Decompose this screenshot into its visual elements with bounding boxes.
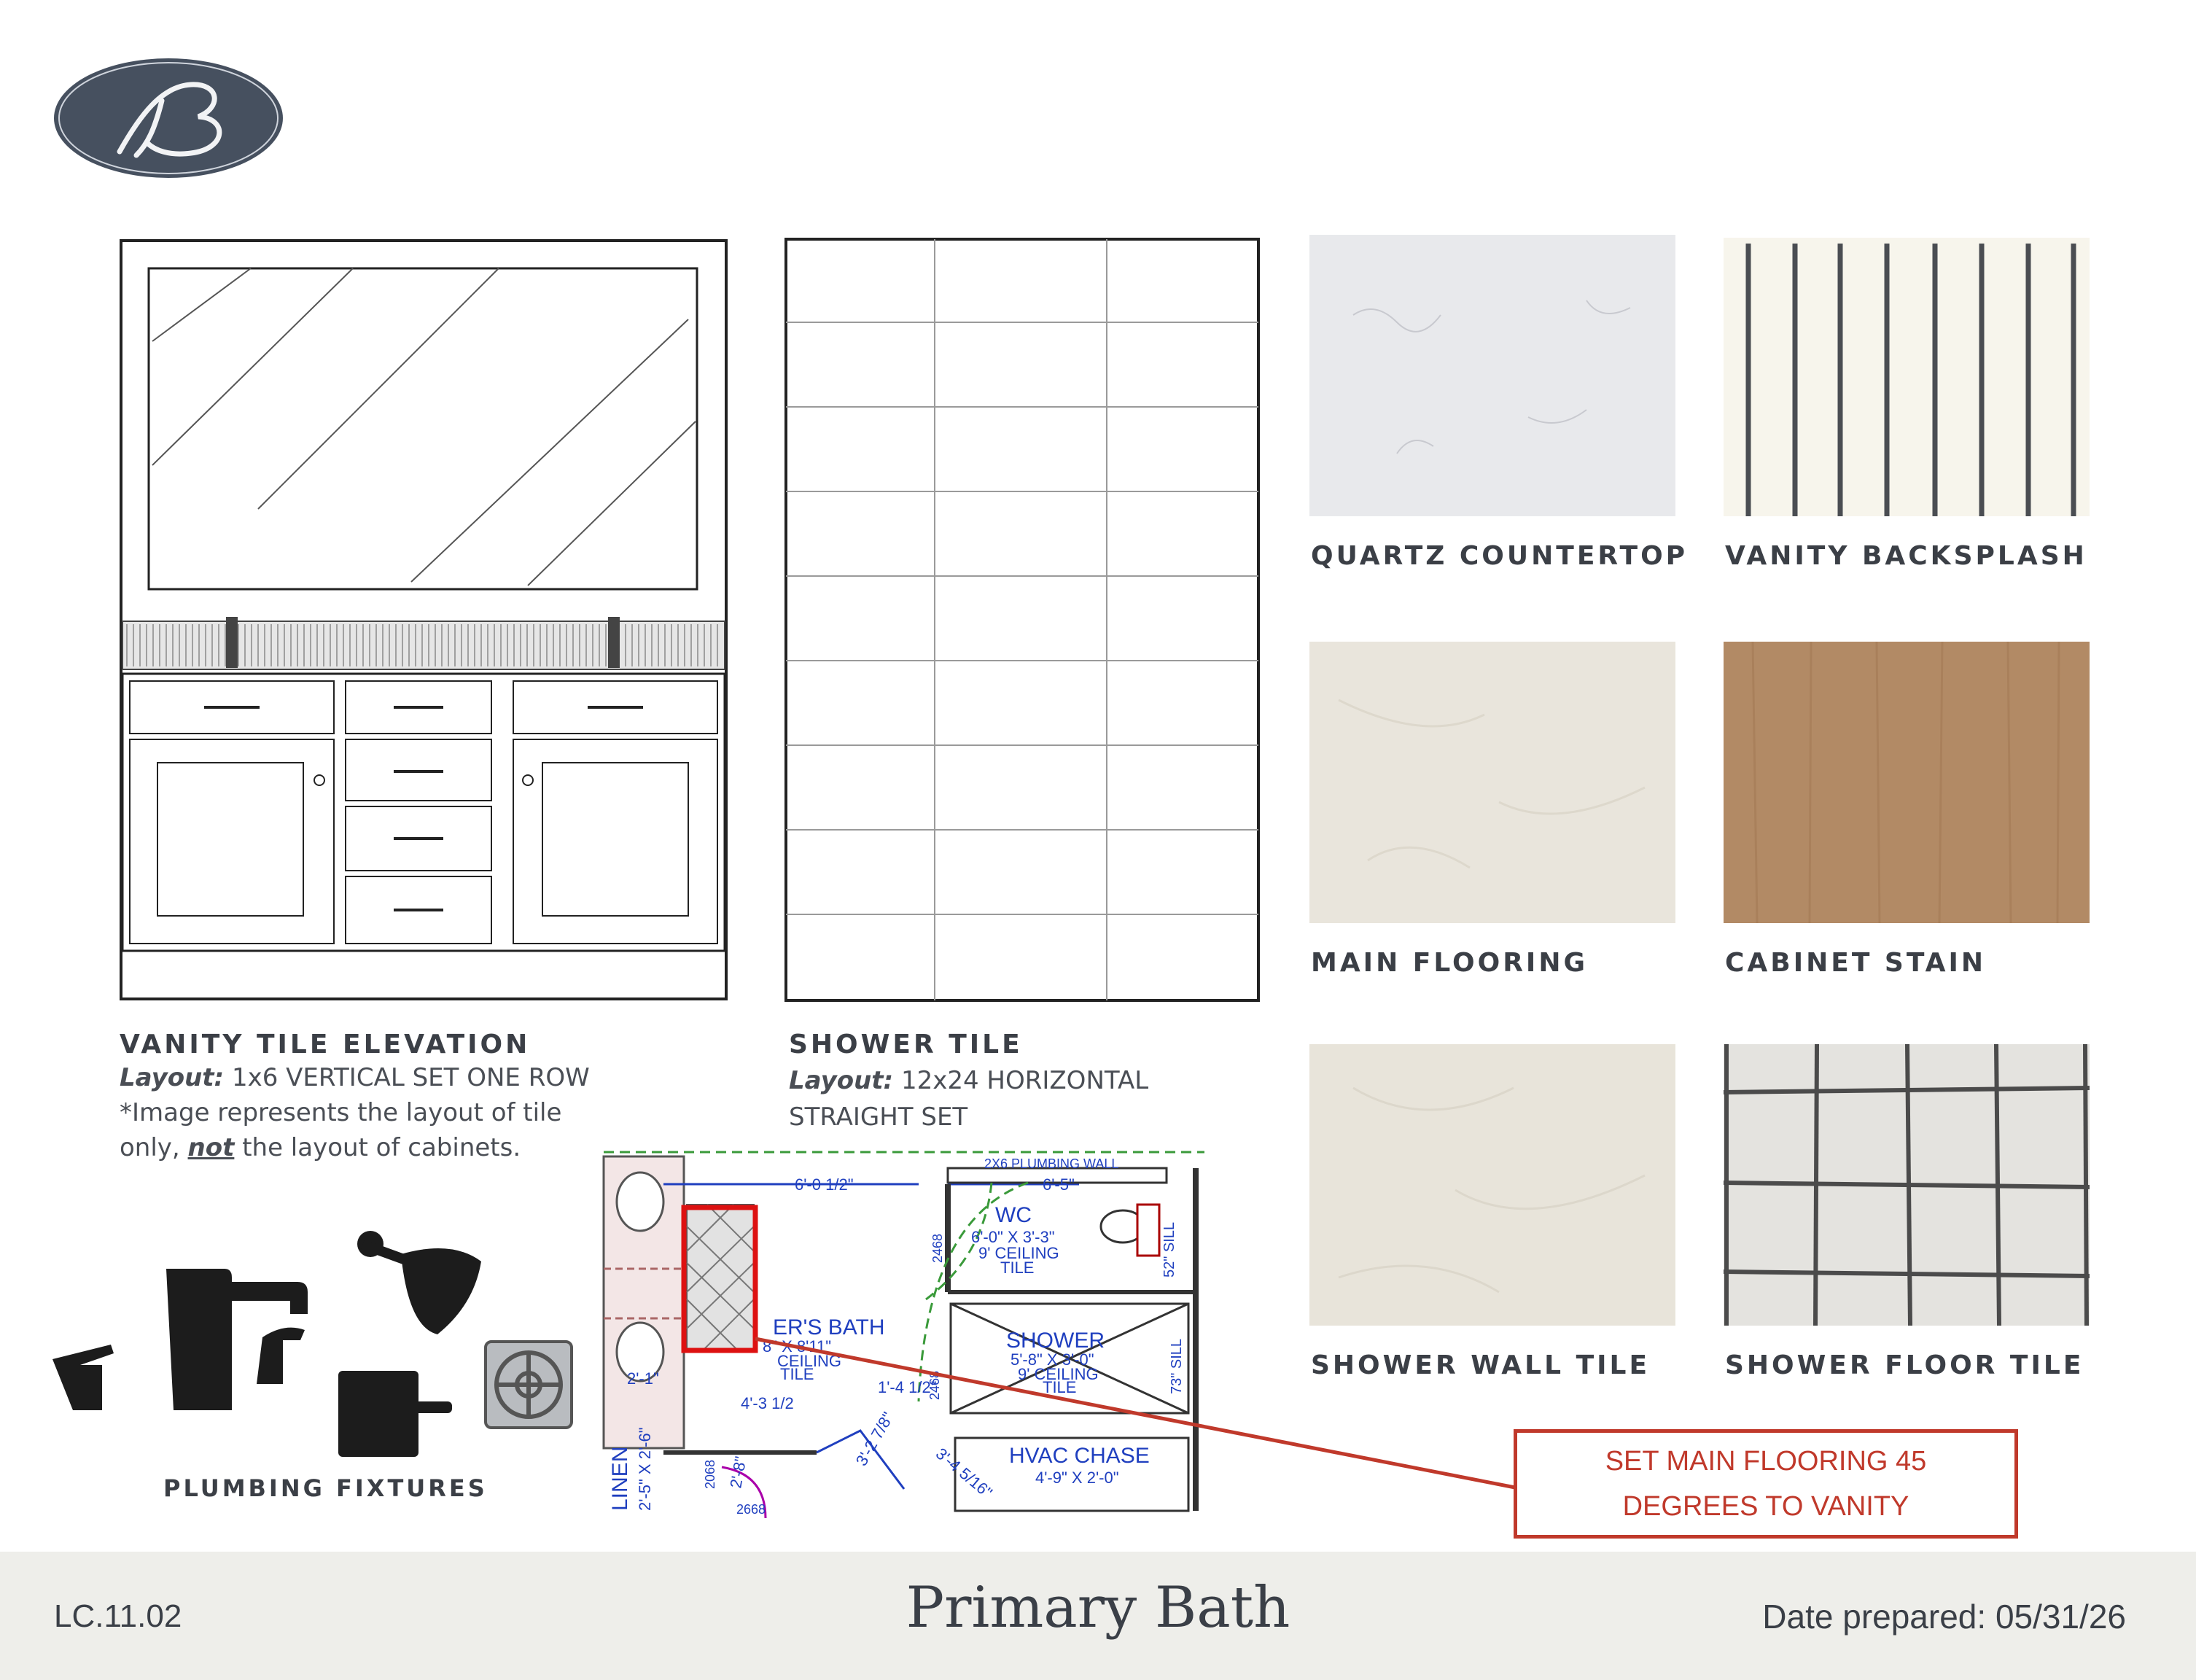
callout-pointer-line: [755, 1337, 1516, 1490]
date-prepared: Date prepared: 05/31/26: [1762, 1598, 2126, 1636]
callout-line1: SET MAIN FLOORING 45: [1605, 1446, 1927, 1477]
page-title: Primary Bath: [906, 1575, 1290, 1641]
flooring-callout: SET MAIN FLOORING 45 DEGREES TO VANITY: [1514, 1429, 2018, 1539]
footer-code: LC.11.02: [54, 1598, 182, 1634]
callout-line2: DEGREES TO VANITY: [1622, 1491, 1909, 1522]
